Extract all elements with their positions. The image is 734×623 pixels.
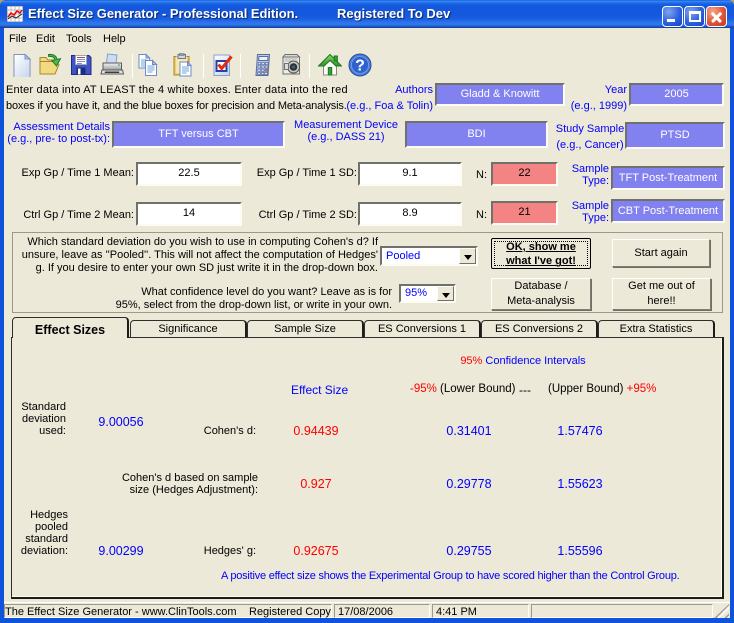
svg-text:?: ? — [355, 58, 365, 75]
